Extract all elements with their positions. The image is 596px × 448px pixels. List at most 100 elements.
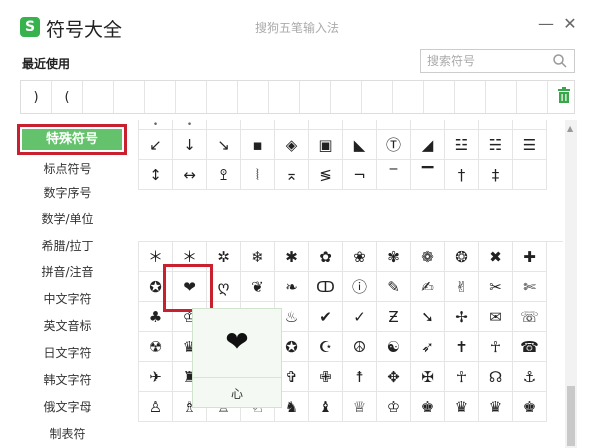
recent-symbol-cell[interactable] <box>362 81 393 113</box>
symbol-cell[interactable]: ↀ <box>309 272 343 302</box>
symbol-cell[interactable]: ✢ <box>445 302 479 332</box>
symbol-cell[interactable]: ❧ <box>275 272 309 302</box>
symbol-cell[interactable]: ⌅ <box>275 160 309 190</box>
symbol-cell[interactable]: ✂ <box>479 272 513 302</box>
symbol-cell[interactable] <box>207 120 241 130</box>
symbol-cell[interactable]: ➘ <box>411 302 445 332</box>
minimize-button[interactable]: — <box>537 14 555 34</box>
symbol-cell[interactable] <box>275 120 309 130</box>
symbol-cell[interactable]: ✎ <box>377 272 411 302</box>
category-item[interactable]: 制表符 <box>10 425 125 442</box>
symbol-cell[interactable]: ⦚ <box>241 160 275 190</box>
symbol-cell[interactable]: ❁ <box>411 242 445 272</box>
category-item[interactable]: 中文字符 <box>10 290 125 307</box>
symbol-cell[interactable]: ☵ <box>479 130 513 160</box>
symbol-cell[interactable]: ¬ <box>343 160 377 190</box>
symbol-cell[interactable]: ▪ <box>241 130 275 160</box>
symbol-cell[interactable]: ✙ <box>309 362 343 392</box>
recent-symbol-cell[interactable] <box>269 81 300 113</box>
recent-symbol-cell[interactable] <box>238 81 269 113</box>
symbol-cell[interactable]: ⚓ <box>513 362 547 392</box>
symbol-cell[interactable] <box>513 120 547 130</box>
symbol-cell[interactable]: ✔ <box>309 302 343 332</box>
symbol-cell[interactable]: ❄ <box>241 242 275 272</box>
symbol-cell[interactable]: ☮ <box>343 332 377 362</box>
symbol-cell[interactable]: ‾ <box>377 160 411 190</box>
symbol-cell[interactable]: Ⓣ <box>377 130 411 160</box>
symbol-cell[interactable]: ♚ <box>411 392 445 422</box>
symbol-cell[interactable]: Ƶ <box>377 302 411 332</box>
recent-symbol-cell[interactable] <box>300 81 331 113</box>
symbol-cell[interactable]: ☥ <box>479 332 513 362</box>
recent-symbol-cell[interactable] <box>455 81 486 113</box>
recent-symbol-cell[interactable] <box>424 81 455 113</box>
search-input[interactable] <box>427 53 547 69</box>
category-special-symbols[interactable]: 特殊符号 <box>17 124 127 155</box>
symbol-cell[interactable]: ↔ <box>173 160 207 190</box>
symbol-cell[interactable]: ✝ <box>445 332 479 362</box>
search-icon[interactable] <box>552 53 568 69</box>
symbol-cell[interactable]: ✈ <box>139 362 173 392</box>
symbol-cell[interactable]: ✾ <box>377 242 411 272</box>
symbol-cell[interactable]: ✚ <box>513 242 547 272</box>
symbol-cell[interactable]: ☯ <box>377 332 411 362</box>
symbol-cell[interactable]: ‡ <box>479 160 513 190</box>
close-button[interactable]: ✕ <box>561 14 579 34</box>
symbol-cell[interactable]: ♕ <box>343 392 377 422</box>
symbol-cell[interactable]: † <box>445 160 479 190</box>
symbol-cell[interactable] <box>479 120 513 130</box>
category-item[interactable]: 数字序号 <box>10 184 125 201</box>
symbol-cell[interactable]: ◣ <box>343 130 377 160</box>
category-item[interactable]: 标点符号 <box>10 160 125 177</box>
symbol-cell[interactable]: ✍ <box>411 272 445 302</box>
symbol-cell[interactable] <box>445 120 479 130</box>
symbol-cell[interactable]: • <box>173 120 207 130</box>
symbol-cell[interactable]: ↙ <box>139 130 173 160</box>
symbol-cell[interactable]: ☏ <box>513 302 547 332</box>
symbol-cell[interactable]: • <box>139 120 173 130</box>
symbol-cell[interactable] <box>343 120 377 130</box>
symbol-cell[interactable]: ☎ <box>513 332 547 362</box>
recent-symbol-cell[interactable] <box>176 81 207 113</box>
symbol-cell[interactable]: ♛ <box>445 392 479 422</box>
symbol-cell[interactable]: ☪ <box>309 332 343 362</box>
symbol-cell[interactable]: ✥ <box>377 362 411 392</box>
recent-symbol-cell[interactable] <box>517 81 548 113</box>
symbol-cell[interactable]: ✓ <box>343 302 377 332</box>
symbol-cell[interactable]: ✄ <box>513 272 547 302</box>
symbol-cell[interactable]: ↓ <box>173 130 207 160</box>
category-item[interactable]: 日文字符 <box>10 344 125 361</box>
symbol-cell[interactable]: ♔ <box>377 392 411 422</box>
symbol-cell[interactable]: ♚ <box>513 392 547 422</box>
symbol-cell[interactable]: ❀ <box>343 242 377 272</box>
symbol-cell[interactable] <box>241 120 275 130</box>
symbol-cell[interactable]: ❦ <box>241 272 275 302</box>
symbol-cell[interactable]: ◢ <box>411 130 445 160</box>
search-box[interactable] <box>420 49 575 73</box>
category-item[interactable]: 俄文字母 <box>10 398 125 415</box>
symbol-cell[interactable]: ✠ <box>411 362 445 392</box>
symbol-cell[interactable]: ☥ <box>445 362 479 392</box>
symbol-cell[interactable]: ✿ <box>309 242 343 272</box>
symbol-cell[interactable] <box>309 120 343 130</box>
recent-symbol-cell[interactable] <box>331 81 362 113</box>
category-item[interactable]: 数学/单位 <box>10 210 125 227</box>
symbol-cell[interactable]: ♙ <box>139 392 173 422</box>
symbol-cell[interactable] <box>377 120 411 130</box>
symbol-cell[interactable]: ◈ <box>275 130 309 160</box>
scroll-thumb[interactable] <box>567 386 575 446</box>
symbol-cell[interactable]: ☳ <box>445 130 479 160</box>
symbol-cell[interactable]: ꖶ <box>207 160 241 190</box>
symbol-cell[interactable]: ☢ <box>139 332 173 362</box>
symbol-cell[interactable]: ↕ <box>139 160 173 190</box>
recent-symbol-cell[interactable] <box>486 81 517 113</box>
symbol-cell[interactable]: ↘ <box>207 130 241 160</box>
recent-symbol-cell[interactable] <box>207 81 238 113</box>
symbol-cell[interactable]: ♝ <box>309 392 343 422</box>
symbol-cell[interactable] <box>411 120 445 130</box>
symbol-cell[interactable]: ⓘ <box>343 272 377 302</box>
category-item[interactable]: 英文音标 <box>10 317 125 334</box>
symbol-cell[interactable]: ❂ <box>445 242 479 272</box>
symbol-cell[interactable]: ➶ <box>411 332 445 362</box>
scroll-up-icon[interactable]: ▲ <box>567 124 573 133</box>
